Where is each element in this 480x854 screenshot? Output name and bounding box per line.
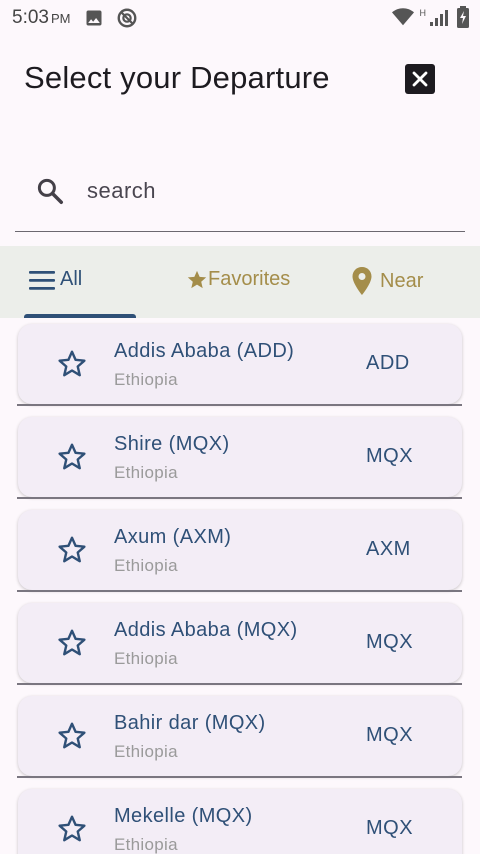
airport-country: Ethiopia xyxy=(114,370,178,389)
divider xyxy=(17,404,462,406)
tab-all[interactable]: All xyxy=(28,268,82,291)
divider xyxy=(17,776,462,778)
airport-code: MQX xyxy=(366,724,414,746)
status-ampm: PM xyxy=(50,11,71,26)
favorite-star-icon[interactable] xyxy=(56,720,88,752)
list-item[interactable]: Shire (MQX) Ethiopia MQX xyxy=(18,417,462,497)
airport-country: Ethiopia xyxy=(114,835,178,854)
airport-country: Ethiopia xyxy=(114,742,178,761)
status-time: 5:03 PM xyxy=(12,7,70,29)
no-sync-icon xyxy=(118,8,137,28)
airport-country: Ethiopia xyxy=(114,556,178,575)
airport-name: Shire (MQX) xyxy=(114,433,230,455)
close-icon xyxy=(412,71,428,87)
tab-all-label: All xyxy=(60,268,83,290)
airport-name: Addis Ababa (ADD) xyxy=(114,340,295,362)
list-item[interactable]: Addis Ababa (MQX) Ethiopia MQX xyxy=(18,603,462,683)
list-item[interactable]: Bahir dar (MQX) Ethiopia MQX xyxy=(18,696,462,776)
star-icon xyxy=(187,270,207,288)
signal-icon xyxy=(430,10,448,26)
tab-favorites[interactable]: Favorites xyxy=(186,268,290,291)
list-item[interactable]: Mekelle (MQX) Ethiopia MQX xyxy=(18,789,462,854)
search-input[interactable] xyxy=(87,177,427,204)
favorite-star-icon[interactable] xyxy=(56,627,88,659)
favorite-star-icon[interactable] xyxy=(56,348,88,380)
close-button[interactable] xyxy=(405,64,435,94)
divider xyxy=(17,590,462,592)
active-tab-indicator xyxy=(24,314,136,318)
search-icon xyxy=(37,178,63,204)
image-icon xyxy=(86,10,102,26)
page-title: Select your Departure xyxy=(24,60,330,95)
airport-code: ADD xyxy=(366,352,410,374)
airport-code: MQX xyxy=(366,445,414,467)
divider xyxy=(17,683,462,685)
airport-code: AXM xyxy=(366,538,411,560)
airport-country: Ethiopia xyxy=(114,649,178,668)
list-item[interactable]: Addis Ababa (ADD) Ethiopia ADD xyxy=(18,324,462,404)
header: Select your Departure xyxy=(0,48,480,108)
favorite-star-icon[interactable] xyxy=(56,441,88,473)
tab-bar: All Favorites Near xyxy=(0,246,480,318)
tab-near-label: Near xyxy=(380,269,424,292)
search-field[interactable] xyxy=(15,150,465,232)
airport-name: Mekelle (MQX) xyxy=(114,805,253,827)
airport-name: Addis Ababa (MQX) xyxy=(114,619,298,641)
battery-charging-icon xyxy=(457,6,469,28)
airport-code: MQX xyxy=(366,817,414,839)
wifi-icon xyxy=(391,8,414,26)
tab-near[interactable]: Near xyxy=(350,266,423,296)
network-type-label: H xyxy=(419,8,427,18)
airport-code: MQX xyxy=(366,631,414,653)
status-time-value: 5:03 xyxy=(12,7,49,28)
menu-icon xyxy=(29,270,55,290)
airport-name: Axum (AXM) xyxy=(114,526,232,548)
favorite-star-icon[interactable] xyxy=(56,534,88,566)
location-pin-icon xyxy=(352,267,372,295)
airport-country: Ethiopia xyxy=(114,463,178,482)
airport-name: Bahir dar (MQX) xyxy=(114,712,266,734)
status-bar: 5:03 PM H xyxy=(0,0,480,36)
tab-favorites-label: Favorites xyxy=(208,268,291,290)
favorite-star-icon[interactable] xyxy=(56,813,88,845)
list-item[interactable]: Axum (AXM) Ethiopia AXM xyxy=(18,510,462,590)
divider xyxy=(17,497,462,499)
